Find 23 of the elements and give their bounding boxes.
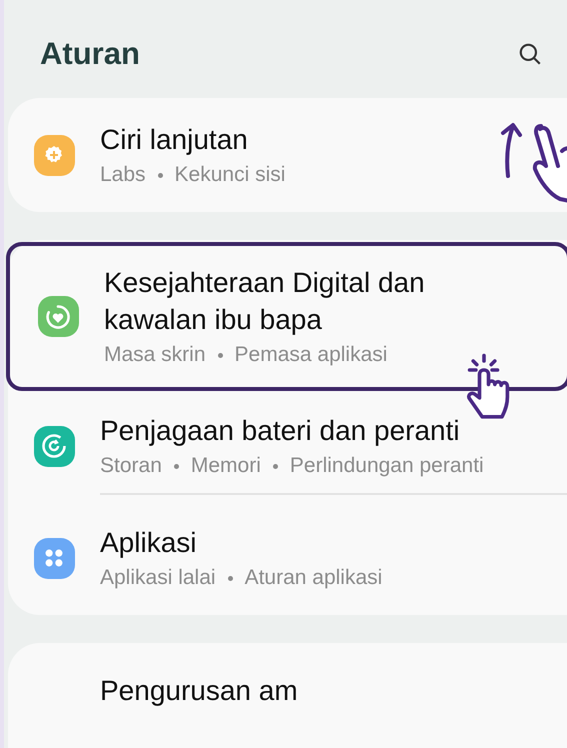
item-subtitle: Perlindungan peranti — [290, 454, 484, 477]
item-title: Penjagaan bateri dan peranti — [100, 414, 461, 448]
settings-item[interactable]: Aplikasi Aplikasi lalai Aturan aplikasi — [8, 503, 567, 613]
item-subtitle: Aturan aplikasi — [244, 566, 382, 589]
item-subtitle: Memori — [190, 454, 261, 477]
item-title: Aplikasi — [100, 526, 198, 560]
item-subtitle: Masa skrin — [104, 343, 206, 366]
refresh-ring-icon — [40, 432, 68, 460]
heart-ring-icon — [44, 302, 72, 330]
item-title: Kesejahteraan Digital dan kawalan ibu bapa — [104, 266, 426, 337]
page-title: Aturan — [40, 34, 140, 73]
search-icon[interactable] — [517, 41, 543, 67]
item-title: Ciri lanjutan — [100, 123, 249, 157]
settings-item[interactable]: Kesejahteraan Digital dan kawalan ibu bapa Masa skrin Pemasa aplikasi — [6, 242, 567, 391]
settings-item[interactable]: Pengurusan am — [8, 651, 567, 730]
item-subtitle: Kekunci sisi — [174, 163, 286, 186]
item-subtitle: Aplikasi lalai — [100, 566, 216, 589]
item-subtitle: Labs — [100, 163, 146, 186]
item-subtitle: Storan — [100, 454, 162, 477]
settings-item[interactable]: Ciri lanjutan Labs Kekunci sisi — [8, 100, 567, 210]
settings-item[interactable]: Penjagaan bateri dan peranti Storan Memori Perlindungan peranti — [8, 391, 567, 501]
item-title: Pengurusan am — [100, 674, 299, 708]
item-subtitle: Pemasa aplikasi — [234, 343, 388, 366]
